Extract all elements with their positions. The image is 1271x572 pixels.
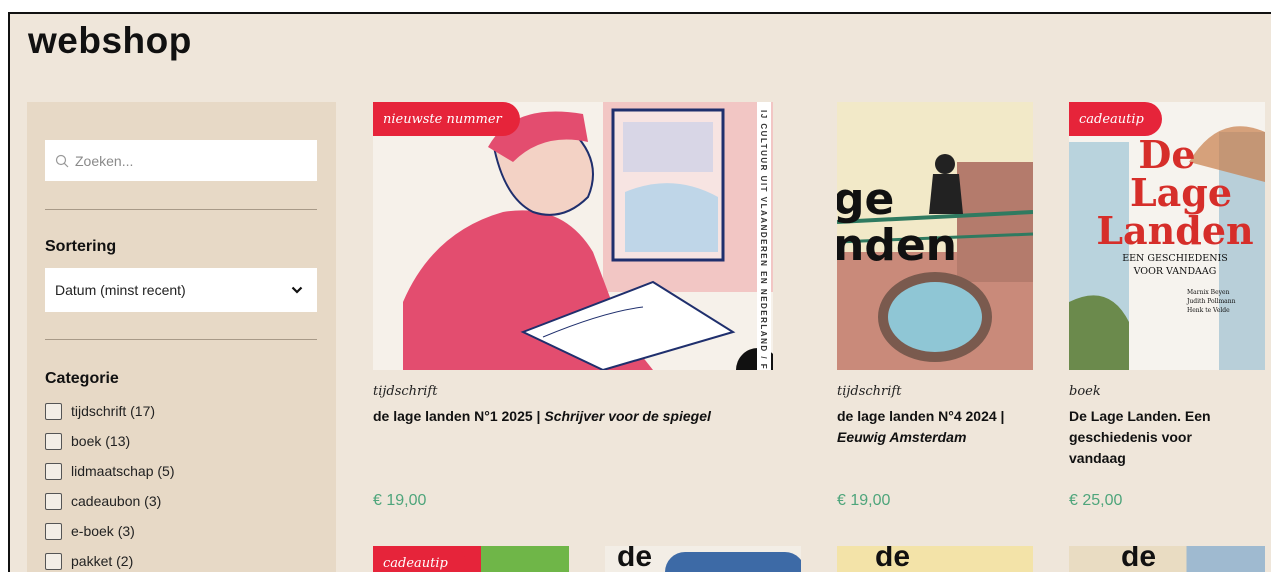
cover-logo-text: nden <box>837 220 957 271</box>
product-image[interactable]: de <box>605 546 801 572</box>
category-item-lidmaatschap[interactable]: lidmaatschap (5) <box>45 456 175 486</box>
cover-logo-text: ge <box>837 174 894 225</box>
product-name-main: de lage landen N°1 2025 | <box>373 408 545 424</box>
category-item-label: pakket (2) <box>71 553 134 569</box>
category-item-e-boek[interactable]: e-boek (3) <box>45 516 175 546</box>
cover-title-line: Lage <box>1129 170 1233 215</box>
cover-title-line: De <box>1138 132 1196 177</box>
category-item-cadeaubon[interactable]: cadeaubon (3) <box>45 486 175 516</box>
checkbox[interactable] <box>45 552 62 570</box>
divider <box>45 209 317 210</box>
cover-logo-text: de <box>875 546 911 572</box>
checkbox[interactable] <box>45 432 62 450</box>
cover-subtitle-line: EEN GESCHIEDENIS <box>1122 253 1228 264</box>
category-item-pakket[interactable]: pakket (2) <box>45 546 175 572</box>
divider <box>45 339 317 340</box>
product-card[interactable]: de <box>1069 546 1265 572</box>
category-item-label: boek (13) <box>71 433 131 449</box>
page-title: webshop <box>28 20 192 61</box>
cover-author: Judith Pollmann <box>1187 298 1236 305</box>
product-card[interactable]: de <box>837 546 1033 572</box>
product-price: € 19,00 <box>837 492 891 509</box>
product-image[interactable]: cadeautip <box>373 546 569 572</box>
sort-select[interactable]: Datum (minst recent) <box>45 268 317 312</box>
product-badge: nieuwste nummer <box>373 102 520 136</box>
chevron-down-icon <box>291 286 303 294</box>
category-item-label: lidmaatschap (5) <box>71 463 175 479</box>
product-name[interactable]: de lage landen N°1 2025 | Schrijver voor… <box>373 406 773 427</box>
product-card[interactable]: De Lage Landen EEN GESCHIEDENIS VOOR VAN… <box>1069 102 1265 522</box>
product-badge: cadeautip <box>1069 102 1162 136</box>
product-name-main: de lage landen N°4 2024 | <box>837 408 1005 424</box>
category-item-tijdschrift[interactable]: tijdschrift (17) <box>45 396 175 426</box>
cover-subtitle-line: VOOR VANDAAG <box>1133 266 1217 277</box>
cover-authors: Marnix Beyen Judith Pollmann Henk te Vel… <box>1187 288 1235 315</box>
cover-author: Henk te Velde <box>1187 307 1230 314</box>
checkbox[interactable] <box>45 492 62 510</box>
product-price: € 25,00 <box>1069 492 1123 509</box>
category-item-label: tijdschrift (17) <box>71 403 156 419</box>
product-image[interactable]: De Lage Landen EEN GESCHIEDENIS VOOR VAN… <box>1069 102 1265 370</box>
category-item-label: e-boek (3) <box>71 523 135 539</box>
search-icon <box>55 154 69 167</box>
checkbox[interactable] <box>45 462 62 480</box>
category-item-label: cadeaubon (3) <box>71 493 162 509</box>
cover-illustration <box>373 102 773 370</box>
product-price: € 19,00 <box>373 492 427 509</box>
product-card[interactable]: IJ CULTUUR UIT VLAANDEREN EN NEDERLAND /… <box>373 102 773 522</box>
cover-subtitle: EEN GESCHIEDENIS VOOR VANDAAG <box>1069 252 1265 278</box>
product-name-italic: Eeuwig Amsterdam <box>837 429 967 445</box>
category-list: tijdschrift (17) boek (13) lidmaatschap … <box>45 396 175 572</box>
cover-title-line: Landen <box>1096 208 1254 253</box>
product-image[interactable]: IJ CULTUUR UIT VLAANDEREN EN NEDERLAND /… <box>373 102 773 370</box>
product-image[interactable]: de <box>1069 546 1265 572</box>
cover-shape <box>665 552 801 572</box>
cover-spine: IJ CULTUUR UIT VLAANDEREN EN NEDERLAND /… <box>757 102 771 370</box>
cover-logo-text: de <box>617 546 653 572</box>
product-card[interactable]: cadeautip <box>373 546 569 572</box>
product-type: tijdschrift <box>373 384 438 399</box>
category-item-boek[interactable]: boek (13) <box>45 426 175 456</box>
filter-sidebar: Zoeken... Sortering Datum (minst recent)… <box>27 102 336 572</box>
cover-author: Marnix Beyen <box>1187 289 1230 296</box>
sort-selected-value: Datum (minst recent) <box>55 282 186 298</box>
product-card[interactable]: ge nden tijdschrift de lage landen N°4 2… <box>837 102 1033 522</box>
product-type: boek <box>1069 384 1101 399</box>
checkbox[interactable] <box>45 402 62 420</box>
product-image[interactable]: ge nden <box>837 102 1033 370</box>
product-name[interactable]: de lage landen N°4 2024 | Eeuwig Amsterda… <box>837 406 1037 448</box>
checkbox[interactable] <box>45 522 62 540</box>
page-frame: webshop Zoeken... Sortering Datum (minst… <box>8 12 1271 572</box>
product-badge: cadeautip <box>373 546 466 572</box>
product-card[interactable]: de <box>605 546 801 572</box>
search-placeholder: Zoeken... <box>75 152 134 169</box>
cover-illustration: ge nden <box>837 102 1033 370</box>
product-image[interactable]: de <box>837 546 1033 572</box>
cover-logo-text: de <box>1121 546 1157 572</box>
product-type: tijdschrift <box>837 384 902 399</box>
sort-label: Sortering <box>45 238 117 255</box>
category-label: Categorie <box>45 370 119 387</box>
product-name-italic: Schrijver voor de spiegel <box>544 408 711 424</box>
product-name[interactable]: De Lage Landen. Een geschiedenis voor va… <box>1069 406 1249 469</box>
cover-title: De Lage Landen <box>1069 136 1265 250</box>
cover-spine-text: IJ CULTUUR UIT VLAANDEREN EN NEDERLAND /… <box>759 110 768 370</box>
search-input[interactable]: Zoeken... <box>45 140 317 181</box>
